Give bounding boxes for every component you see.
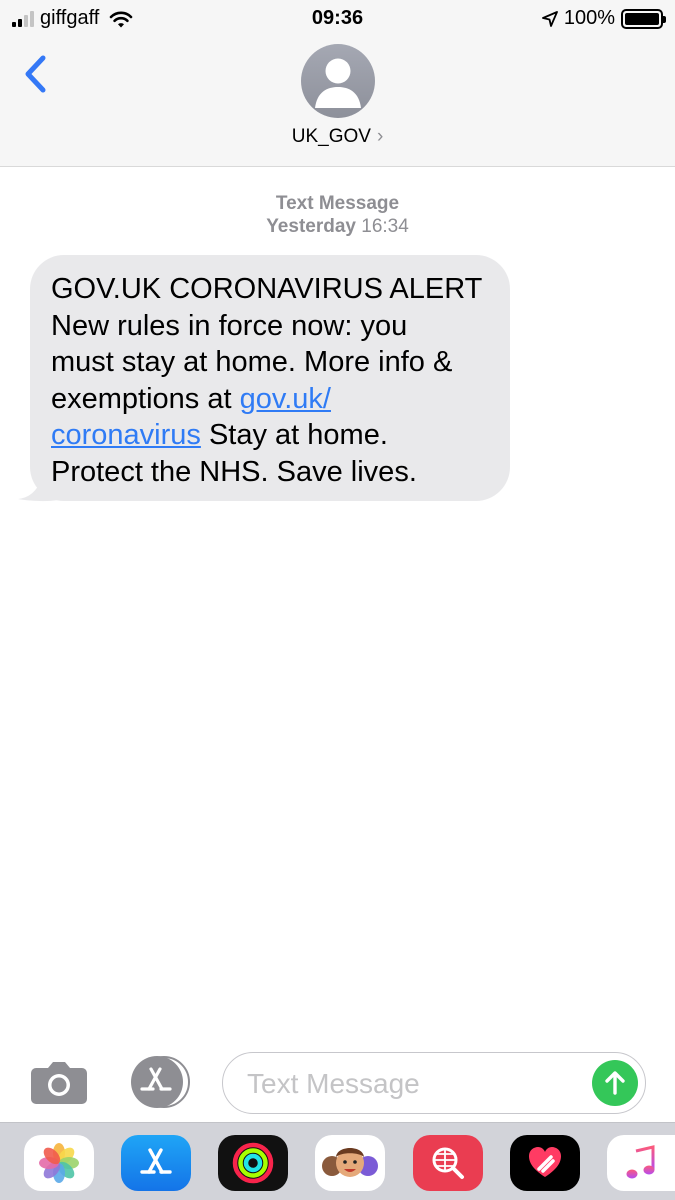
location-arrow-icon: [541, 10, 558, 27]
messages-screen: giffgaff 09:36 100% UK_GOV › Text Messag…: [0, 0, 675, 1200]
battery-icon: [621, 8, 666, 29]
drawer-app-photos[interactable]: [24, 1135, 94, 1191]
photos-icon: [39, 1143, 79, 1183]
activity-rings-icon: [232, 1142, 274, 1184]
person-icon: [315, 58, 361, 108]
message-line: New rules in force now: you: [51, 309, 408, 342]
datetime-label: Yesterday 16:34: [0, 215, 675, 238]
battery-level: [625, 12, 659, 25]
conversation-header: UK_GOV ›: [0, 40, 675, 167]
status-right: 100%: [541, 7, 666, 30]
drawer-app-activity[interactable]: [218, 1135, 288, 1191]
message-bubble[interactable]: GOV.UK CORONAVIRUS ALERT New rules in fo…: [30, 255, 510, 501]
camera-button[interactable]: [30, 1060, 88, 1104]
message-text: exemptions at: [51, 382, 240, 415]
contact-name: UK_GOV: [291, 126, 371, 147]
memoji-icon: [322, 1148, 378, 1177]
music-note-icon: [626, 1145, 655, 1179]
back-button[interactable]: [18, 52, 54, 96]
heart-touch-icon: [529, 1147, 561, 1177]
drawer-app-music[interactable]: [607, 1135, 675, 1191]
message-text: Stay at home.: [200, 419, 388, 451]
globe-search-icon: [432, 1147, 464, 1179]
status-bar: giffgaff 09:36 100%: [0, 0, 675, 40]
drawer-app-digital-touch[interactable]: [510, 1135, 580, 1191]
contact-name-button[interactable]: UK_GOV ›: [0, 126, 675, 148]
message-line: GOV.UK CORONAVIRUS ALERT: [51, 273, 483, 305]
battery-percent: 100%: [563, 7, 615, 29]
apps-button[interactable]: [125, 1056, 191, 1108]
message-link[interactable]: gov.uk/: [240, 383, 331, 415]
day-label: Yesterday: [266, 216, 356, 237]
message-timestamp: Text Message Yesterday 16:34: [0, 192, 675, 238]
chevron-right-icon: ›: [376, 126, 384, 147]
service-label: Text Message: [275, 193, 400, 214]
drawer-app-web-search[interactable]: [413, 1135, 483, 1191]
message-line: coronavirus Stay at home.: [51, 417, 490, 454]
time-label: 16:34: [361, 216, 409, 237]
chevron-left-icon: [25, 55, 46, 93]
arrow-up-icon: [605, 1071, 625, 1095]
message-line: must stay at home. More info &: [51, 346, 453, 378]
app-drawer: [0, 1122, 675, 1200]
app-store-icon: [140, 1148, 172, 1174]
message-line: Protect the NHS. Save lives.: [51, 455, 417, 488]
avatar[interactable]: [301, 44, 375, 118]
drawer-app-app-store[interactable]: [121, 1135, 191, 1191]
camera-icon: [31, 1062, 87, 1104]
message-link[interactable]: coronavirus: [51, 419, 201, 451]
message-input-placeholder: Text Message: [247, 1068, 420, 1099]
message-line: exemptions at gov.uk/: [51, 381, 490, 418]
drawer-app-memoji[interactable]: [315, 1135, 385, 1191]
message-input[interactable]: Text Message: [222, 1052, 646, 1114]
send-button[interactable]: [592, 1060, 638, 1106]
